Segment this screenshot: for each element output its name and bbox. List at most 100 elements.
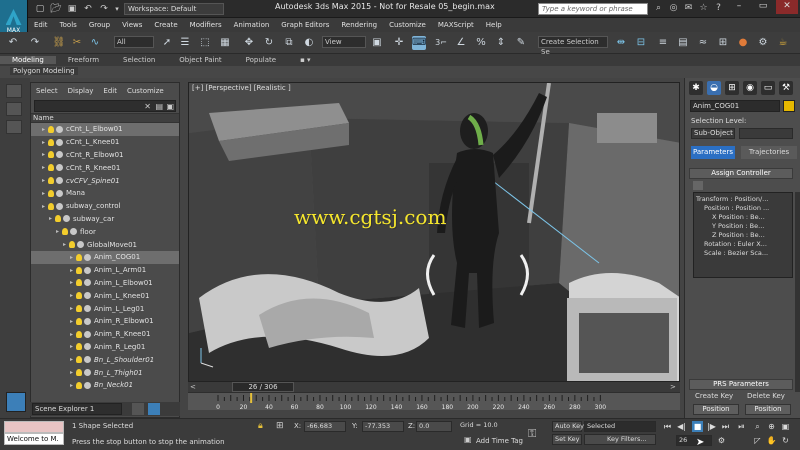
- maxscript-listener-output[interactable]: [4, 421, 64, 433]
- scene-menu-edit[interactable]: Edit: [98, 87, 122, 95]
- add-time-tag[interactable]: Add Time Tag: [476, 437, 523, 445]
- assign-controller-icon[interactable]: [693, 181, 703, 190]
- scene-tree-row[interactable]: ▸ Anim_L_Knee01: [31, 289, 179, 302]
- mirror-icon[interactable]: ⇹: [614, 36, 628, 50]
- controller-tree[interactable]: Transform : Position/... Position : Posi…: [693, 192, 793, 278]
- scene-explorer-dropdown[interactable]: Scene Explorer 1: [32, 403, 122, 415]
- tab-freeform[interactable]: Freeform: [56, 56, 111, 64]
- tree-x-position[interactable]: X Position : Be...: [712, 213, 765, 221]
- scale-icon[interactable]: ⧉: [282, 36, 296, 50]
- pivot-center-icon[interactable]: ▣: [370, 36, 384, 50]
- render-setup-icon[interactable]: ⚙: [756, 36, 770, 50]
- workspace-dropdown[interactable]: Workspace: Default: [124, 3, 224, 15]
- prev-key-icon[interactable]: ◀|: [676, 421, 687, 432]
- motion-tab-icon[interactable]: ◉: [743, 81, 757, 95]
- named-selection-set-dropdown[interactable]: Create Selection Se: [538, 36, 608, 56]
- pan-icon[interactable]: ✋: [766, 435, 777, 446]
- visibility-bulb-icon[interactable]: [48, 202, 54, 210]
- redo-icon[interactable]: ↷: [28, 36, 42, 50]
- layer-explorer-icon[interactable]: [148, 403, 160, 415]
- tree-transform[interactable]: Transform : Position/...: [696, 195, 768, 203]
- percent-snap-icon[interactable]: %: [474, 36, 488, 50]
- visibility-bulb-icon[interactable]: [48, 138, 54, 146]
- close-button[interactable]: ✕: [776, 0, 798, 14]
- menu-rendering[interactable]: Rendering: [335, 21, 383, 29]
- current-frame-marker[interactable]: [250, 393, 253, 403]
- scene-tree-row[interactable]: ▸ Anim_R_Leg01: [31, 341, 179, 354]
- scene-tree-row[interactable]: ▸ Bn_L_Thigh01: [31, 366, 179, 379]
- curve-editor-icon[interactable]: ≈: [696, 36, 710, 50]
- render-icon[interactable]: ☕: [776, 36, 790, 50]
- visibility-bulb-icon[interactable]: [76, 343, 82, 351]
- object-color-swatch[interactable]: [783, 100, 795, 112]
- orbit-icon[interactable]: ↻: [780, 435, 791, 446]
- search-input[interactable]: Type a keyword or phrase: [538, 3, 648, 15]
- binoculars-icon[interactable]: ⌕: [652, 2, 665, 15]
- scene-tree-row[interactable]: ▸ cCnt_L_Knee01: [31, 136, 179, 149]
- track-bar[interactable]: 0 20 40 60 80 100 120 140 160 180 200 220 240 260 280 3…: [188, 392, 680, 411]
- tab-modeling[interactable]: Modeling: [0, 56, 56, 64]
- scene-tree-row[interactable]: ▸ cCnt_L_Elbow01: [31, 123, 179, 136]
- select-manipulate-icon[interactable]: ✛: [392, 36, 406, 50]
- visibility-bulb-icon[interactable]: [62, 228, 68, 236]
- visibility-bulb-icon[interactable]: [69, 241, 75, 249]
- favorites-icon[interactable]: ☆: [697, 2, 710, 15]
- layer-icon[interactable]: [6, 120, 22, 134]
- fov-icon[interactable]: ◸: [752, 435, 763, 446]
- scene-menu-select[interactable]: Select: [31, 87, 63, 95]
- unlink-icon[interactable]: ✂: [70, 36, 84, 50]
- visibility-bulb-icon[interactable]: [76, 305, 82, 313]
- scene-tree-row[interactable]: ▸ cvCFV_Spine01: [31, 174, 179, 187]
- visibility-bulb-icon[interactable]: [48, 177, 54, 185]
- goto-start-icon[interactable]: ⏮: [662, 421, 673, 432]
- scene-tree-row[interactable]: ▸ Bn_L_Shoulder01: [31, 353, 179, 366]
- scene-tree-row[interactable]: ▸ subway_car: [31, 213, 179, 226]
- scene-menu-customize[interactable]: Customize: [122, 87, 169, 95]
- visibility-bulb-icon[interactable]: [48, 125, 54, 133]
- menu-animation[interactable]: Animation: [228, 21, 276, 29]
- visibility-bulb-icon[interactable]: [48, 151, 54, 159]
- open-icon[interactable]: 📂︎: [50, 3, 62, 15]
- lock-icon[interactable]: 🔒︎: [258, 421, 263, 431]
- visibility-bulb-icon[interactable]: [55, 215, 61, 223]
- scene-tree-row[interactable]: ▸ cCnt_R_Knee01: [31, 161, 179, 174]
- key-mode-dropdown[interactable]: Selected: [584, 421, 656, 432]
- keyboard-shortcut-icon[interactable]: ⌨: [412, 36, 426, 50]
- help-icon[interactable]: ?: [712, 2, 725, 15]
- new-icon[interactable]: ▢: [34, 3, 46, 15]
- visibility-bulb-icon[interactable]: [48, 189, 54, 197]
- scene-tree-row[interactable]: ▸ Anim_R_Elbow01: [31, 315, 179, 328]
- layer-manager-icon[interactable]: ≡: [656, 36, 670, 50]
- window-crossing-icon[interactable]: ▦: [218, 36, 232, 50]
- sub-object-button[interactable]: Sub-Object: [691, 128, 735, 139]
- visibility-bulb-icon[interactable]: [76, 266, 82, 274]
- rotate-icon[interactable]: ↻: [262, 36, 276, 50]
- link-icon[interactable]: ⛓: [52, 36, 66, 50]
- hold-icon[interactable]: ▾: [111, 3, 123, 15]
- menu-group[interactable]: Group: [83, 21, 116, 29]
- zoom-icon[interactable]: ⌕: [752, 421, 763, 432]
- next-key-icon[interactable]: |▶: [706, 421, 717, 432]
- time-slider[interactable]: 26 / 306: [232, 382, 294, 392]
- visibility-bulb-icon[interactable]: [48, 164, 54, 172]
- menu-customize[interactable]: Customize: [383, 21, 432, 29]
- tab-selection[interactable]: Selection: [111, 56, 167, 64]
- absolute-mode-icon[interactable]: ⊞: [276, 421, 284, 431]
- angle-snap-icon[interactable]: ∠: [454, 36, 468, 50]
- menu-tools[interactable]: Tools: [54, 21, 83, 29]
- save-icon[interactable]: ▣: [66, 3, 78, 15]
- time-config-icon[interactable]: ⚙: [716, 435, 727, 446]
- maximize-button[interactable]: ▭: [752, 0, 774, 14]
- undo-icon[interactable]: ↶: [82, 3, 94, 15]
- stop-icon[interactable]: ■: [692, 421, 703, 432]
- select-object-icon[interactable]: ➚: [160, 36, 174, 50]
- edit-named-selection-icon[interactable]: ✎: [514, 36, 528, 50]
- subscription-icon[interactable]: ◎: [667, 2, 680, 15]
- scene-tree-row[interactable]: ▸ GlobalMove01: [31, 238, 179, 251]
- x-coordinate-field[interactable]: -66.683: [304, 421, 346, 432]
- maxscript-listener-input[interactable]: Welcome to M.: [4, 433, 64, 445]
- material-editor-icon[interactable]: ●: [736, 36, 750, 50]
- assign-controller-rollout[interactable]: Assign Controller: [689, 168, 793, 179]
- prs-parameters-rollout[interactable]: PRS Parameters: [689, 379, 793, 390]
- sub-object-dropdown[interactable]: [739, 128, 793, 139]
